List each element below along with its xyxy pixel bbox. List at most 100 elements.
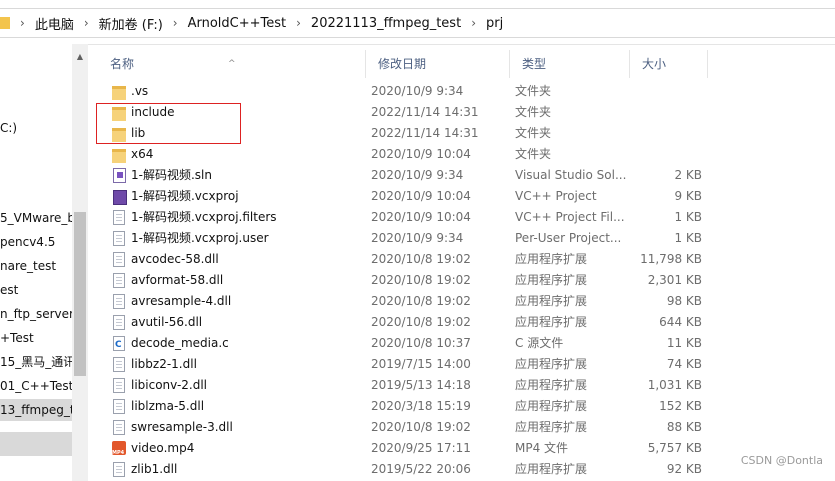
folder-icon [112,128,126,142]
nav-item[interactable]: 13_ffmpeg_te [0,399,82,421]
breadcrumb[interactable]: › 此电脑 › 新加卷 (F:) › ArnoldC++Test › 20221113_ffm… [0,8,835,38]
file-row[interactable]: avresample-4.dll 2020/10/8 19:02 应用程序扩展 98 … [98,291,835,312]
file-type: 应用程序扩展 [515,357,588,371]
file-type: 文件夹 [515,105,552,119]
chevron-right-icon[interactable]: › [84,16,89,30]
column-date-label: 修改日期 [378,57,427,71]
file-name: 1-解码视频.vcxproj.filters [131,210,277,224]
file-row[interactable]: 1-解码视频.sln 2020/10/9 9:34 Visual Studio So… [98,165,835,186]
column-name-label: 名称 [110,57,135,71]
folder-icon [0,17,10,29]
file-row[interactable]: include 2022/11/14 14:31 文件夹 [98,102,835,123]
file-row[interactable]: libbz2-1.dll 2019/7/15 14:00 应用程序扩展 74 KB [98,354,835,375]
file-type: Visual Studio Sol... [515,168,627,182]
file-row[interactable]: avformat-58.dll 2020/10/8 19:02 应用程序扩展 2,30… [98,270,835,291]
file-row[interactable]: swresample-3.dll 2020/10/8 19:02 应用程序扩展 88 … [98,417,835,438]
file-row[interactable]: 1-解码视频.vcxproj.user 2020/10/9 9:34 Per-Use… [98,228,835,249]
breadcrumb-item[interactable]: prj [486,16,503,31]
chevron-right-icon[interactable]: › [173,16,178,30]
file-type: 应用程序扩展 [515,420,588,434]
file-date: 2020/10/8 19:02 [371,252,471,266]
breadcrumb-item[interactable]: 20221113_ffmpeg_test [311,16,461,31]
file-size: 152 KB [659,399,702,413]
nav-item[interactable]: 15_黑马_通讯录 [0,351,87,373]
file-date: 2019/5/22 20:06 [371,462,471,476]
nav-item[interactable]: est [0,279,72,301]
column-header: 名称 ^ 修改日期 类型 大小 [98,44,835,78]
file-row[interactable]: 1-解码视频.vcxproj 2020/10/9 10:04 VC++ Projec… [98,186,835,207]
file-row[interactable]: video.mp4 2020/9/25 17:11 MP4 文件 5,757 KB [98,438,835,464]
file-name: 1-解码视频.sln [131,168,212,182]
file-type: 应用程序扩展 [515,399,588,413]
breadcrumb-item[interactable]: 此电脑 [35,14,74,33]
scroll-up-icon[interactable]: ▲ [72,50,88,64]
file-date: 2020/3/18 15:19 [371,399,471,413]
column-date[interactable]: 修改日期 [366,50,510,78]
column-type[interactable]: 类型 [510,50,630,78]
file-icon [113,210,125,225]
file-size: 11,798 KB [640,252,702,266]
nav-item[interactable]: C:) [0,117,72,139]
file-row[interactable]: liblzma-5.dll 2020/3/18 15:19 应用程序扩展 152 KB [98,396,835,417]
file-row[interactable]: 1-解码视频.vcxproj.filters 2020/10/9 10:04 VC+… [98,207,835,228]
address-bar[interactable]: › 此电脑 › 新加卷 (F:) › ArnoldC++Test › 20221113_ffm… [0,0,835,45]
nav-item[interactable]: pencv4.5 [0,231,72,253]
file-icon [113,378,125,393]
file-type: 应用程序扩展 [515,462,588,476]
file-type: VC++ Project [515,189,597,203]
file-date: 2020/10/8 10:37 [371,336,471,350]
file-row[interactable]: libiconv-2.dll 2019/5/13 14:18 应用程序扩展 1,031… [98,375,835,396]
file-date: 2020/10/9 10:04 [371,147,471,161]
file-icon [113,399,125,414]
c-icon [113,336,125,351]
file-size: 1,031 KB [647,378,702,392]
column-name[interactable]: 名称 ^ [98,50,366,78]
file-size: 1 KB [674,210,702,224]
chevron-right-icon[interactable]: › [20,16,25,30]
file-name: x64 [131,147,154,161]
chevron-right-icon[interactable]: › [296,16,301,30]
file-name: swresample-3.dll [131,420,233,434]
file-size: 74 KB [666,357,702,371]
nav-item[interactable]: +Test [0,327,72,349]
file-size: 9 KB [674,189,702,203]
nav-scrollbar[interactable]: ▲ [72,44,88,481]
file-row[interactable]: decode_media.c 2020/10/8 10:37 C 源文件 11 KB [98,333,835,354]
nav-item[interactable]: 01_C++Test [0,375,73,397]
file-list[interactable]: 名称 ^ 修改日期 类型 大小 .vs 2020/10/9 9:34 文件夹 incl… [98,44,835,481]
file-size: 88 KB [666,420,702,434]
file-icon [113,294,125,309]
file-date: 2022/11/14 14:31 [371,126,479,140]
file-name: libbz2-1.dll [131,357,197,371]
file-size: 92 KB [666,462,702,476]
nav-item[interactable]: n_ftp_server [0,303,74,325]
file-type: 应用程序扩展 [515,315,588,329]
file-row[interactable]: x64 2020/10/9 10:04 文件夹 [98,144,835,165]
breadcrumb-item[interactable]: ArnoldC++Test [188,16,287,31]
sln-icon [113,168,126,183]
file-date: 2022/11/14 14:31 [371,105,479,119]
file-name: 1-解码视频.vcxproj [131,189,239,203]
scrollbar-thumb[interactable] [74,212,86,376]
column-size[interactable]: 大小 [630,50,708,78]
file-date: 2020/9/25 17:11 [371,441,471,455]
chevron-right-icon[interactable]: › [471,16,476,30]
file-row[interactable]: zlib1.dll 2019/5/22 20:06 应用程序扩展 92 KB [98,459,835,480]
file-type: 应用程序扩展 [515,252,588,266]
file-date: 2020/10/9 9:34 [371,231,464,245]
file-name: lib [131,126,146,140]
file-date: 2019/7/15 14:00 [371,357,471,371]
file-date: 2020/10/8 19:02 [371,420,471,434]
file-row[interactable]: avutil-56.dll 2020/10/8 19:02 应用程序扩展 644 KB [98,312,835,333]
file-name: avresample-4.dll [131,294,232,308]
breadcrumb-item[interactable]: 新加卷 (F:) [99,14,163,33]
file-size: 1 KB [674,231,702,245]
file-type: Per-User Project... [515,231,622,245]
folder-icon [112,107,126,121]
nav-item[interactable]: nare_test [0,255,72,277]
nav-item[interactable] [0,139,72,161]
nav-item[interactable]: 5_VMware_ba [0,207,82,229]
file-row[interactable]: lib 2022/11/14 14:31 文件夹 [98,123,835,144]
file-row[interactable]: avcodec-58.dll 2020/10/8 19:02 应用程序扩展 11,79… [98,249,835,270]
file-row[interactable]: .vs 2020/10/9 9:34 文件夹 [98,81,835,102]
